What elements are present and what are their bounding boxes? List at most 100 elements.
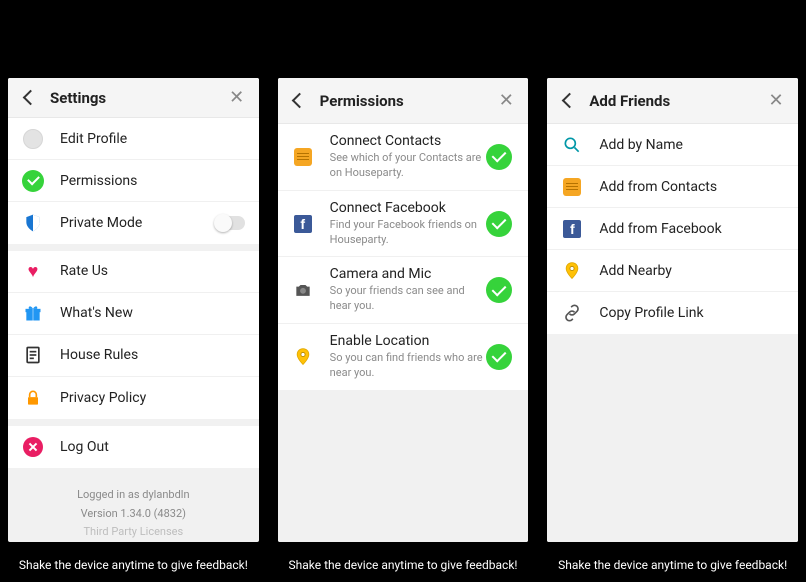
logout-icon <box>22 436 44 458</box>
back-button[interactable] <box>288 91 312 110</box>
status-enabled <box>484 277 514 303</box>
phone-settings: Settings ✕ Edit Profile Permissions Priv… <box>0 0 267 582</box>
sublabel: Find your Facebook friends on Houseparty… <box>330 218 485 248</box>
sublabel: So your friends can see and hear you. <box>330 284 485 314</box>
shield-icon <box>22 212 44 234</box>
label: Add by Name <box>599 137 784 153</box>
row-whats-new[interactable]: What's New <box>8 293 259 335</box>
row-connect-facebook[interactable]: f Connect Facebook Find your Facebook fr… <box>278 191 529 258</box>
heart-icon: ♥ <box>22 260 44 282</box>
close-icon: ✕ <box>229 89 244 107</box>
row-enable-location[interactable]: Enable Location So you can find friends … <box>278 324 529 390</box>
link-icon <box>561 302 583 324</box>
check-icon <box>22 170 44 192</box>
row-permissions[interactable]: Permissions <box>8 160 259 202</box>
screen: Add Friends ✕ Add by Name Add from Conta… <box>547 78 798 542</box>
location-pin-icon <box>292 346 314 368</box>
facebook-icon: f <box>292 213 314 235</box>
sublabel: See which of your Contacts are on Housep… <box>330 151 485 181</box>
facebook-icon: f <box>561 218 583 240</box>
label: Permissions <box>60 173 245 189</box>
gift-icon <box>22 302 44 324</box>
logged-in-text: Logged in as dylanbdln <box>8 486 259 505</box>
label: Add from Contacts <box>599 179 784 195</box>
label: Connect Facebook <box>330 200 485 216</box>
version-text: Version 1.34.0 (4832) <box>8 505 259 524</box>
label: Add from Facebook <box>599 221 784 237</box>
label: Private Mode <box>60 215 215 231</box>
contacts-icon <box>561 176 583 198</box>
third-party-text: Third Party Licenses <box>8 523 259 542</box>
header: Permissions ✕ <box>278 78 529 124</box>
label: Copy Profile Link <box>599 305 784 321</box>
shake-hint: Shake the device anytime to give feedbac… <box>539 558 806 572</box>
status-enabled <box>484 211 514 237</box>
add-friends-list: Add by Name Add from Contacts f Add from… <box>547 124 798 334</box>
label: Enable Location <box>330 333 485 349</box>
phone-permissions: Permissions ✕ Connect Contacts See which… <box>270 0 537 582</box>
arrow-left-icon <box>294 91 305 110</box>
row-house-rules[interactable]: House Rules <box>8 335 259 377</box>
page-title: Permissions <box>320 92 495 110</box>
screen: Permissions ✕ Connect Contacts See which… <box>278 78 529 542</box>
label: Connect Contacts <box>330 133 485 149</box>
camera-icon <box>292 279 314 301</box>
back-button[interactable] <box>557 91 581 110</box>
label: Rate Us <box>60 263 245 279</box>
row-connect-contacts[interactable]: Connect Contacts See which of your Conta… <box>278 124 529 191</box>
profile-icon <box>22 128 44 150</box>
private-mode-toggle[interactable] <box>215 216 245 230</box>
label: House Rules <box>60 347 245 363</box>
row-rate-us[interactable]: ♥ Rate Us <box>8 251 259 293</box>
row-edit-profile[interactable]: Edit Profile <box>8 118 259 160</box>
row-copy-profile-link[interactable]: Copy Profile Link <box>547 292 798 334</box>
row-add-by-name[interactable]: Add by Name <box>547 124 798 166</box>
check-icon <box>486 344 512 370</box>
page-title: Add Friends <box>589 92 764 110</box>
check-icon <box>486 277 512 303</box>
settings-list: Edit Profile Permissions Private Mode <box>8 118 259 244</box>
sublabel: So you can find friends who are near you… <box>330 351 485 381</box>
close-icon: ✕ <box>768 92 783 110</box>
status-enabled <box>484 144 514 170</box>
close-button[interactable]: ✕ <box>494 92 518 110</box>
row-add-nearby[interactable]: Add Nearby <box>547 250 798 292</box>
row-private-mode[interactable]: Private Mode <box>8 202 259 244</box>
header: Settings ✕ <box>8 78 259 118</box>
label: Add Nearby <box>599 263 784 279</box>
back-button[interactable] <box>18 88 42 107</box>
close-icon: ✕ <box>499 92 514 110</box>
header: Add Friends ✕ <box>547 78 798 124</box>
row-camera-mic[interactable]: Camera and Mic So your friends can see a… <box>278 257 529 324</box>
label: Edit Profile <box>60 131 245 147</box>
row-add-from-contacts[interactable]: Add from Contacts <box>547 166 798 208</box>
document-icon <box>22 344 44 366</box>
row-log-out[interactable]: Log Out <box>8 426 259 468</box>
divider <box>8 419 259 426</box>
screen: Settings ✕ Edit Profile Permissions Priv… <box>8 78 259 542</box>
shake-hint: Shake the device anytime to give feedbac… <box>0 558 267 572</box>
toggle-off-icon <box>215 216 245 230</box>
permissions-list: Connect Contacts See which of your Conta… <box>278 124 529 390</box>
footer-info: Logged in as dylanbdln Version 1.34.0 (4… <box>8 468 259 542</box>
check-icon <box>486 211 512 237</box>
phone-add-friends: Add Friends ✕ Add by Name Add from Conta… <box>539 0 806 582</box>
check-icon <box>486 144 512 170</box>
row-add-from-facebook[interactable]: f Add from Facebook <box>547 208 798 250</box>
label: Camera and Mic <box>330 266 485 282</box>
row-privacy-policy[interactable]: Privacy Policy <box>8 377 259 419</box>
lock-icon <box>22 387 44 409</box>
search-icon <box>561 134 583 156</box>
label: What's New <box>60 305 245 321</box>
label: Log Out <box>60 439 245 455</box>
close-button[interactable]: ✕ <box>764 92 788 110</box>
status-enabled <box>484 344 514 370</box>
label: Privacy Policy <box>60 390 245 406</box>
contacts-icon <box>292 146 314 168</box>
settings-list-2: ♥ Rate Us What's New House Rules Privac <box>8 251 259 419</box>
arrow-left-icon <box>564 91 575 110</box>
arrow-left-icon <box>25 88 36 107</box>
settings-list-3: Log Out <box>8 426 259 468</box>
close-button[interactable]: ✕ <box>225 89 249 107</box>
divider <box>8 244 259 251</box>
